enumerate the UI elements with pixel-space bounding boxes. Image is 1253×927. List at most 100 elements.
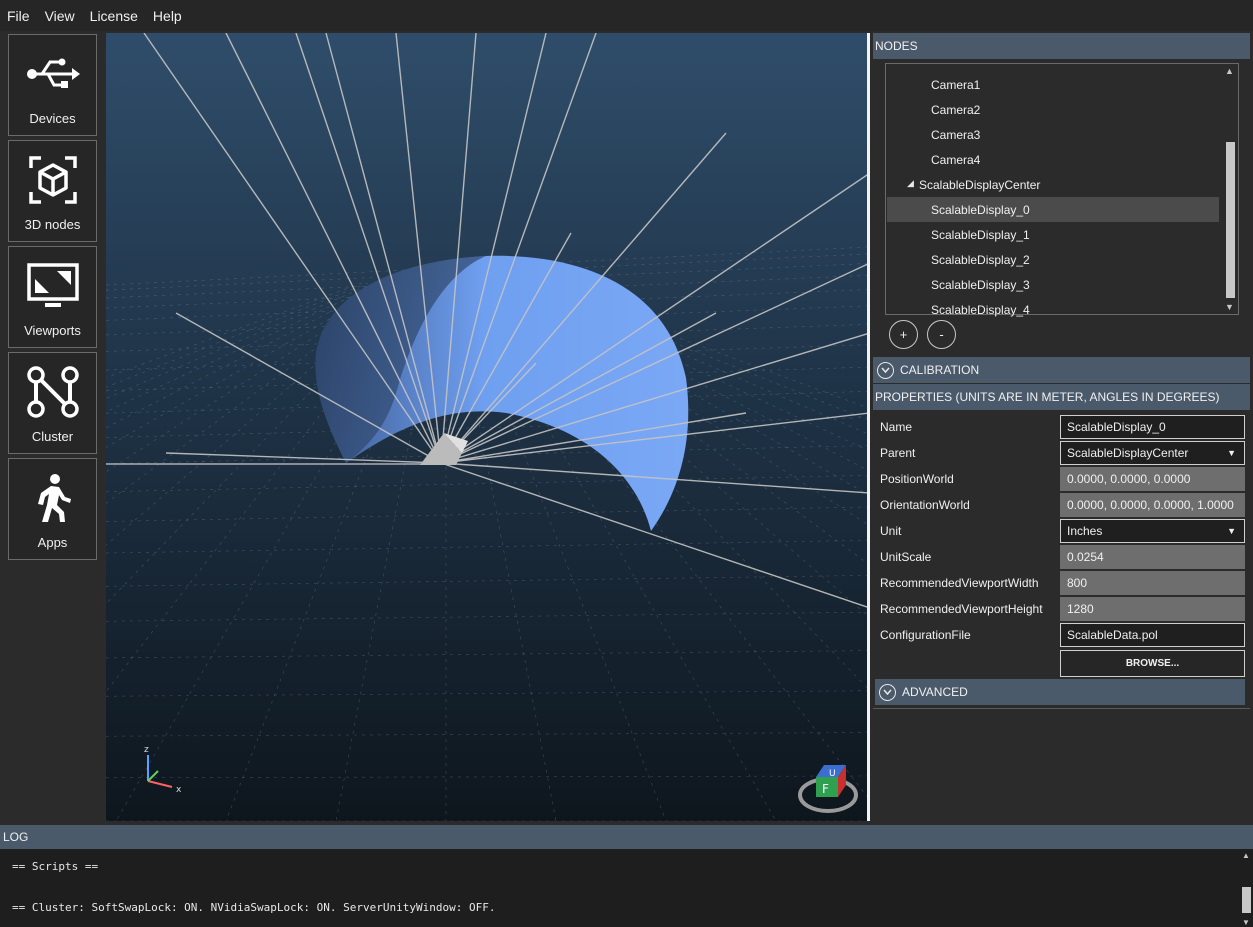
nav-3d-nodes-label: 3D nodes xyxy=(24,217,81,232)
property-row: RecommendedViewportHeight 1280 xyxy=(873,596,1250,622)
scroll-thumb[interactable] xyxy=(1226,142,1235,298)
property-row: ConfigurationFile ScalableData.pol xyxy=(873,622,1250,648)
menu-file[interactable]: File xyxy=(7,8,30,24)
property-value: 800 xyxy=(1060,571,1245,595)
scroll-up-icon[interactable]: ▲ xyxy=(1225,66,1234,76)
nav-3d-nodes-button[interactable]: 3D nodes xyxy=(8,140,97,242)
property-value-text: ScalableData.pol xyxy=(1067,628,1158,642)
nav-cluster-label: Cluster xyxy=(31,429,74,444)
remove-node-button[interactable]: - xyxy=(927,320,956,349)
nav-apps-button[interactable]: Apps xyxy=(8,458,97,560)
property-value-text: 0.0254 xyxy=(1067,550,1104,564)
tree-item[interactable]: ScalableDisplay_0 xyxy=(887,197,1219,222)
menu-license[interactable]: License xyxy=(90,8,138,24)
property-value-text: ScalableDisplayCenter xyxy=(1067,446,1189,460)
tree-item-label: Camera4 xyxy=(931,152,981,167)
property-row: RecommendedViewportWidth 800 xyxy=(873,570,1250,596)
nodes-tree[interactable]: Camera1 Camera2 Camera3 Camera4 ◢ ScalableDis… xyxy=(885,63,1239,317)
tree-item[interactable]: Camera1 xyxy=(887,72,1219,97)
property-label: RecommendedViewportWidth xyxy=(880,576,1039,590)
log-line: == Scripts == xyxy=(12,860,99,873)
axis-z-label: z xyxy=(144,745,149,755)
property-value-text: ScalableDisplay_0 xyxy=(1067,420,1166,434)
property-value-text: Inches xyxy=(1067,524,1103,538)
property-label: RecommendedViewportHeight xyxy=(880,602,1043,616)
dropdown-arrow-icon: ▼ xyxy=(1227,526,1236,536)
property-label: Name xyxy=(880,420,913,434)
property-value-text: 800 xyxy=(1067,576,1088,590)
nav-viewports-label: Viewports xyxy=(24,323,81,338)
tree-item[interactable]: ScalableDisplay_3 xyxy=(887,272,1219,297)
cube-icon xyxy=(26,153,80,207)
property-row: UnitScale 0.0254 xyxy=(873,544,1250,570)
property-input[interactable]: ScalableDisplay_0 xyxy=(1060,415,1245,439)
tree-item-label: ScalableDisplay_4 xyxy=(931,302,1030,317)
tree-item-label: Camera2 xyxy=(931,102,981,117)
advanced-header[interactable]: ADVANCED xyxy=(875,679,1245,705)
tree-item-label: ScalableDisplay_0 xyxy=(931,202,1030,217)
property-row: Name ScalableDisplay_0 xyxy=(873,414,1250,440)
expand-arrow-icon[interactable]: ◢ xyxy=(907,178,914,189)
nav-devices-button[interactable]: Devices xyxy=(8,34,97,136)
3d-viewport[interactable]: z x F U xyxy=(106,33,870,821)
menu-help[interactable]: Help xyxy=(153,8,182,24)
tree-item[interactable]: ScalableDisplay_4 xyxy=(887,297,1219,322)
browse-button[interactable]: BROWSE... xyxy=(1060,650,1245,677)
property-row: Parent ScalableDisplayCenter ▼ xyxy=(873,440,1250,466)
menu-view[interactable]: View xyxy=(45,8,75,24)
property-value: 0.0000, 0.0000, 0.0000, 1.0000 xyxy=(1060,493,1245,517)
tree-item[interactable]: Camera4 xyxy=(887,147,1219,172)
network-icon xyxy=(26,365,80,419)
property-value: 0.0254 xyxy=(1060,545,1245,569)
property-value-text: 0.0000, 0.0000, 0.0000 xyxy=(1067,472,1191,486)
tree-item[interactable]: ScalableDisplay_1 xyxy=(887,222,1219,247)
nav-cube-top-label: U xyxy=(829,769,836,779)
nav-cluster-button[interactable]: Cluster xyxy=(8,352,97,454)
monitor-icon xyxy=(26,259,80,313)
nodes-scrollbar[interactable]: ▲ ▼ xyxy=(1224,66,1236,312)
property-input[interactable]: ScalableData.pol xyxy=(1060,623,1245,647)
property-value: 0.0000, 0.0000, 0.0000 xyxy=(1060,467,1245,491)
advanced-header-label: ADVANCED xyxy=(902,685,968,699)
dropdown-arrow-icon: ▼ xyxy=(1227,448,1236,458)
property-dropdown[interactable]: ScalableDisplayCenter ▼ xyxy=(1060,441,1245,465)
property-row: Unit Inches ▼ xyxy=(873,518,1250,544)
scroll-thumb[interactable] xyxy=(1242,887,1251,913)
property-value: 1280 xyxy=(1060,597,1245,621)
nav-devices-label: Devices xyxy=(29,111,76,126)
log-header: LOG xyxy=(0,825,1253,849)
chevron-down-icon xyxy=(877,361,894,379)
log-scrollbar[interactable]: ▲ ▼ xyxy=(1240,849,1253,927)
tree-item-label: Camera1 xyxy=(931,77,981,92)
tree-item[interactable]: ScalableDisplay_2 xyxy=(887,247,1219,272)
property-row: PositionWorld 0.0000, 0.0000, 0.0000 xyxy=(873,466,1250,492)
nav-apps-label: Apps xyxy=(37,535,68,550)
right-panel: NODES Camera1 Camera2 Camera3 Camera4 ◢ Scala… xyxy=(873,33,1253,823)
property-label: Parent xyxy=(880,446,916,460)
property-row: OrientationWorld 0.0000, 0.0000, 0.0000, … xyxy=(873,492,1250,518)
log-panel[interactable]: == Scripts == == Cluster: SoftSwapLock: … xyxy=(0,849,1253,927)
property-dropdown[interactable]: Inches ▼ xyxy=(1060,519,1245,543)
property-label: UnitScale xyxy=(880,550,932,564)
tree-item[interactable]: ◢ ScalableDisplayCenter xyxy=(887,172,1219,197)
properties-header: PROPERTIES (UNITS ARE IN METER, ANGLES I… xyxy=(873,384,1250,410)
scroll-down-icon[interactable]: ▼ xyxy=(1242,918,1250,927)
property-label: OrientationWorld xyxy=(880,498,970,512)
scroll-down-icon[interactable]: ▼ xyxy=(1225,302,1234,312)
tree-item-label: ScalableDisplayCenter xyxy=(919,177,1041,192)
usb-icon xyxy=(26,47,80,101)
tree-item-label: ScalableDisplay_3 xyxy=(931,277,1030,292)
tree-item[interactable]: Camera2 xyxy=(887,97,1219,122)
chevron-down-icon xyxy=(879,683,896,701)
calibration-header[interactable]: CALIBRATION xyxy=(873,357,1250,383)
tree-item-label: ScalableDisplay_2 xyxy=(931,252,1030,267)
add-node-button[interactable]: + xyxy=(889,320,918,349)
calibration-header-label: CALIBRATION xyxy=(900,363,980,377)
nav-viewports-button[interactable]: Viewports xyxy=(8,246,97,348)
axis-x-label: x xyxy=(176,785,182,795)
left-nav: Devices 3D nodes Viewports Cluster Apps xyxy=(0,31,106,823)
scroll-up-icon[interactable]: ▲ xyxy=(1242,851,1250,860)
menu-bar: File View License Help xyxy=(0,0,1253,31)
tree-item[interactable]: Camera3 xyxy=(887,122,1219,147)
property-value-text: 0.0000, 0.0000, 0.0000, 1.0000 xyxy=(1067,498,1234,512)
